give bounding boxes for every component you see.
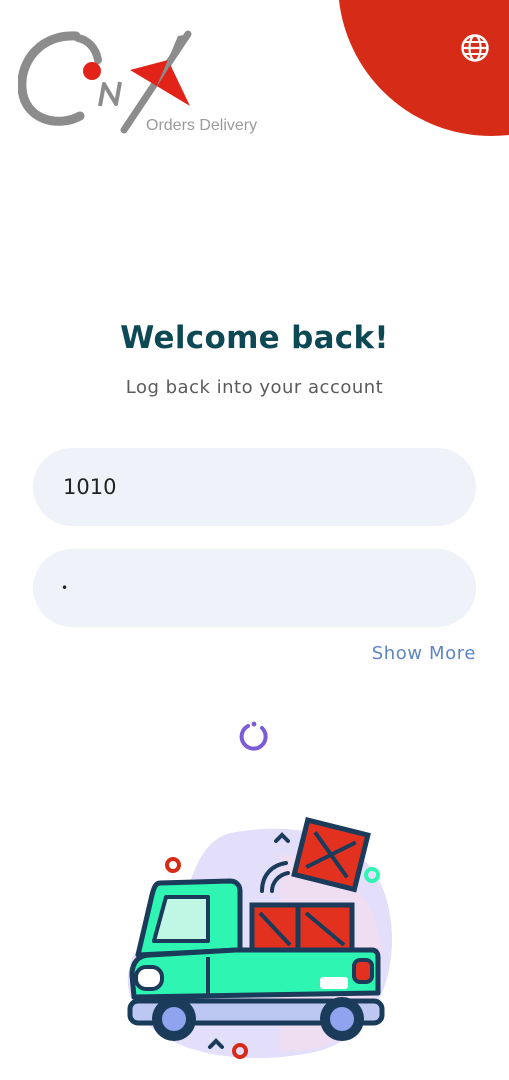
- password-input[interactable]: •: [61, 581, 68, 595]
- show-more-link[interactable]: Show More: [372, 643, 476, 664]
- page-subtitle: Log back into your account: [125, 377, 384, 398]
- page-title: Welcome back!: [120, 320, 389, 356]
- language-button[interactable]: [458, 31, 492, 65]
- login-screen: Orders Delivery Welcome back! Log back i…: [0, 0, 509, 1080]
- corner-decoration: [338, 0, 509, 136]
- username-input[interactable]: [61, 474, 448, 500]
- spinner-icon: [239, 721, 268, 751]
- delivery-truck-illustration: [127, 817, 392, 1059]
- password-field[interactable]: •: [33, 549, 476, 627]
- username-field[interactable]: [33, 448, 476, 526]
- logo-tagline: Orders Delivery: [146, 117, 258, 134]
- brand-logo: Orders Delivery: [17, 30, 268, 140]
- globe-icon: [461, 34, 489, 62]
